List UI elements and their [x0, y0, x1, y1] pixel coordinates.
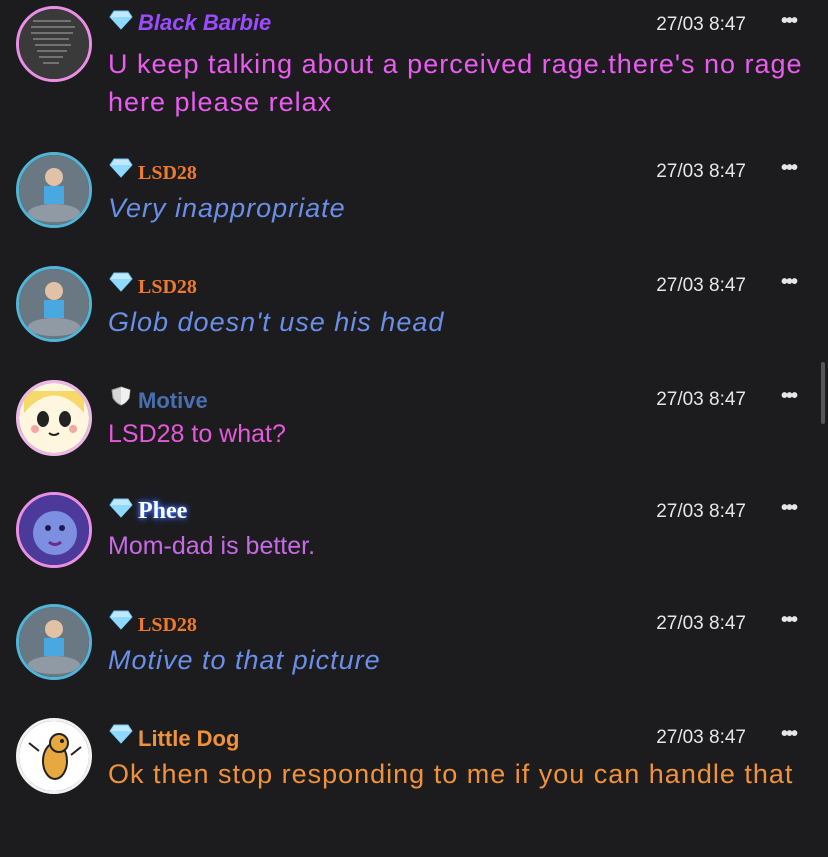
more-options-icon[interactable]: ••• [781, 609, 798, 632]
username[interactable]: LSD28 [138, 276, 197, 299]
diamond-icon [109, 10, 133, 30]
more-options-icon[interactable]: ••• [781, 723, 798, 746]
message-text: LSD28 to what? [108, 420, 286, 448]
scrollbar[interactable] [821, 362, 825, 424]
avatar[interactable] [16, 718, 92, 794]
avatar[interactable] [16, 604, 92, 680]
avatar[interactable] [16, 492, 92, 568]
diamond-icon [109, 272, 133, 292]
username[interactable]: Black Barbie [138, 10, 271, 36]
timestamp: 27/03 8:47 [656, 161, 746, 182]
diamond-icon [109, 158, 133, 178]
avatar[interactable] [16, 266, 92, 342]
more-options-icon[interactable]: ••• [781, 385, 798, 408]
more-options-icon[interactable]: ••• [781, 157, 798, 180]
avatar[interactable] [16, 152, 92, 228]
timestamp: 27/03 8:47 [656, 14, 746, 35]
avatar[interactable] [16, 380, 92, 456]
message-text: Very inappropriate [108, 193, 346, 223]
diamond-icon [109, 724, 133, 744]
timestamp: 27/03 8:47 [656, 389, 746, 410]
timestamp: 27/03 8:47 [656, 727, 746, 748]
more-options-icon[interactable]: ••• [781, 271, 798, 294]
timestamp: 27/03 8:47 [656, 501, 746, 522]
username[interactable]: Motive [138, 388, 208, 414]
username[interactable]: Phee [138, 498, 187, 525]
username[interactable]: LSD28 [138, 162, 197, 185]
message-text: U keep talking about a perceived rage.th… [108, 49, 803, 117]
more-options-icon[interactable]: ••• [781, 10, 798, 33]
timestamp: 27/03 8:47 [656, 275, 746, 296]
message-text: Mom-dad is better. [108, 532, 316, 560]
diamond-icon [109, 498, 133, 518]
username[interactable]: LSD28 [138, 614, 197, 637]
timestamp: 27/03 8:47 [656, 613, 746, 634]
username[interactable]: Little Dog [138, 726, 239, 752]
message-text: Motive to that picture [108, 645, 381, 675]
diamond-icon [109, 610, 133, 630]
more-options-icon[interactable]: ••• [781, 497, 798, 520]
message-text: Ok then stop responding to me if you can… [108, 759, 794, 789]
message-text: Glob doesn't use his head [108, 307, 445, 337]
avatar[interactable] [16, 6, 92, 82]
shield-icon [111, 386, 131, 406]
